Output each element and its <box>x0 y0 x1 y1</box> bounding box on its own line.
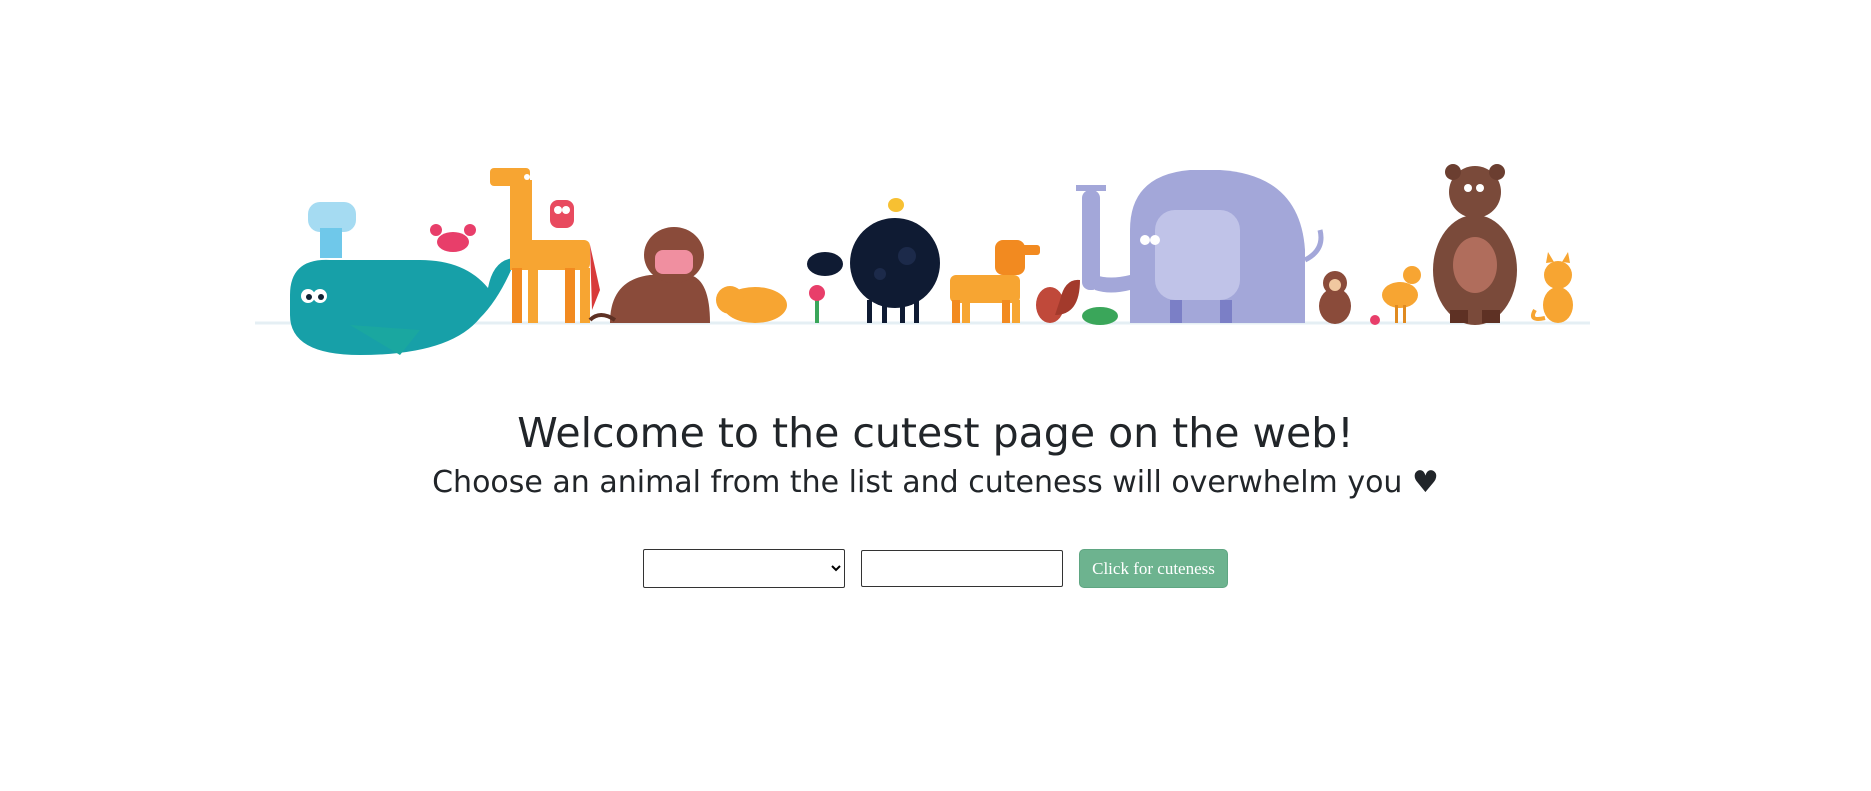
chicken-illustration <box>1382 266 1421 323</box>
elephant-illustration <box>1076 170 1324 323</box>
page-subtitle: Choose an animal from the list and cuten… <box>432 465 1439 500</box>
monkey-illustration <box>588 227 710 323</box>
cuteness-button[interactable]: Click for cuteness <box>1079 549 1228 588</box>
ladybug-illustration <box>1370 315 1380 325</box>
sleeping-cat-illustration <box>716 286 787 323</box>
bear-illustration <box>1433 164 1517 325</box>
animals-banner-illustration <box>250 150 1600 370</box>
animal-select[interactable] <box>643 549 845 588</box>
squirrel-illustration <box>1036 279 1080 323</box>
animal-text-input[interactable] <box>861 550 1063 587</box>
crab-illustration <box>430 224 476 252</box>
bird-illustration <box>888 198 904 212</box>
giraffe-illustration <box>490 168 600 323</box>
sheep-illustration <box>807 218 940 323</box>
page: Welcome to the cutest page on the web! C… <box>0 0 1871 791</box>
turtle-illustration <box>1082 307 1118 325</box>
whale-illustration <box>290 202 530 355</box>
dog-illustration <box>950 240 1040 323</box>
flower-illustration <box>809 285 825 323</box>
page-title: Welcome to the cutest page on the web! <box>517 409 1354 457</box>
owl-illustration <box>550 200 574 228</box>
small-monkey-illustration <box>1319 271 1351 324</box>
sitting-cat-illustration <box>1531 252 1573 323</box>
cuteness-form: Click for cuteness <box>0 549 1871 588</box>
